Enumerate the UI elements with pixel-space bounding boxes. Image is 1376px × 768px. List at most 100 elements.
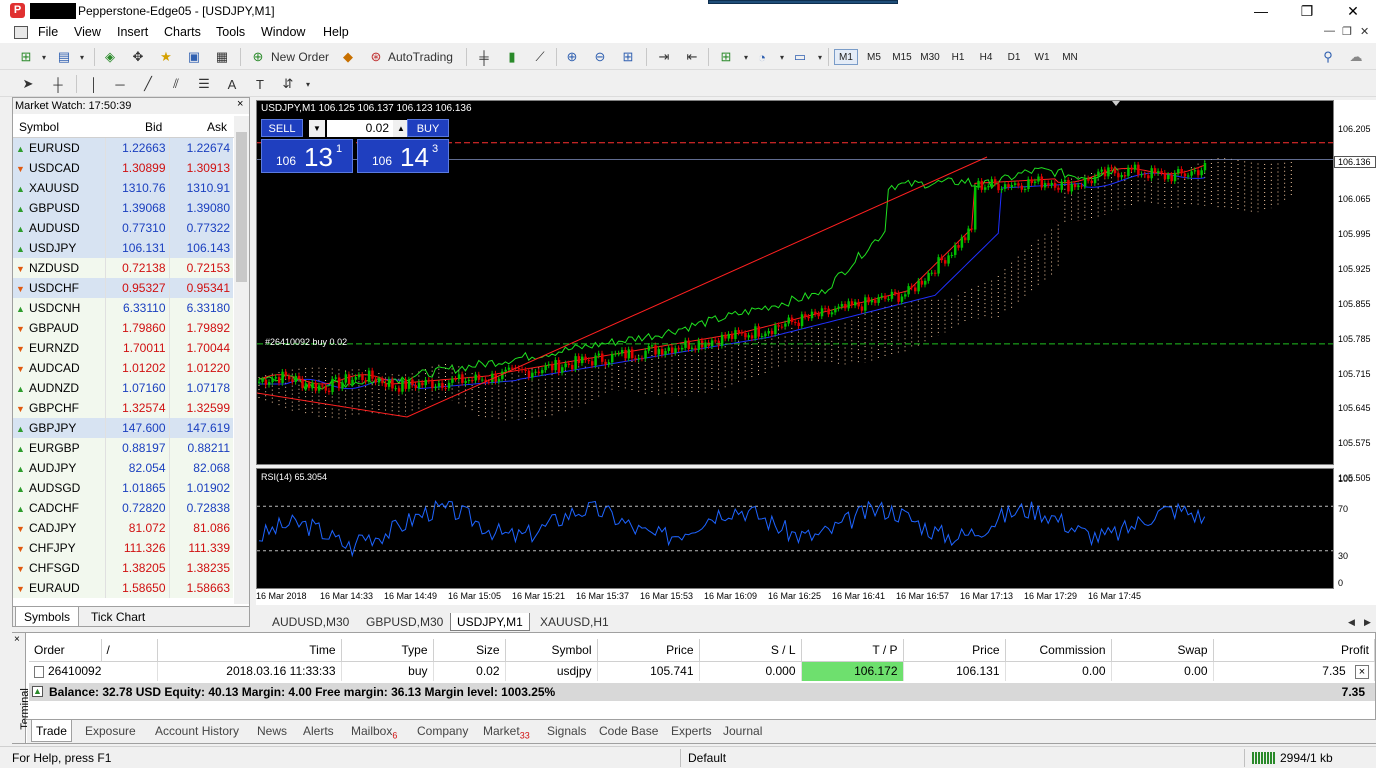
terminal-tab-exposure[interactable]: Exposure xyxy=(81,720,140,742)
table-row[interactable]: 26410092 2018.03.16 11:33:33 buy 0.02 us… xyxy=(29,661,1375,681)
tile-windows-icon[interactable]: ⊞ xyxy=(618,47,638,67)
vertical-line-icon[interactable]: │ xyxy=(84,74,104,94)
bar-chart-icon[interactable]: ╪ xyxy=(474,47,494,67)
terminal-tab-code-base[interactable]: Code Base xyxy=(595,720,662,742)
market-watch-row[interactable]: ▼ CHFSGD 1.38205 1.38235 xyxy=(13,558,233,578)
market-watch-row[interactable]: ▼ CHFJPY 111.326 111.339 xyxy=(13,538,233,558)
maximize-button[interactable]: ❐ xyxy=(1284,0,1330,22)
terminal-tab-company[interactable]: Company xyxy=(413,720,472,742)
col-size[interactable]: Size xyxy=(433,639,506,662)
new-order-button[interactable]: New Order xyxy=(268,47,332,67)
menu-help[interactable]: Help xyxy=(323,25,349,39)
market-watch-row[interactable]: ▲ GBPJPY 147.600 147.619 xyxy=(13,418,233,438)
arrows-icon[interactable]: ⇵ xyxy=(278,74,298,94)
market-watch-row[interactable]: ▼ USDCHF 0.95327 0.95341 xyxy=(13,278,233,298)
new-order-icon[interactable]: ⊕ xyxy=(248,47,268,67)
timeframe-h4[interactable]: H4 xyxy=(974,49,998,65)
col-swap[interactable]: Swap xyxy=(1111,639,1214,662)
market-watch-row[interactable]: ▲ USDCNH 6.33110 6.33180 xyxy=(13,298,233,318)
market-watch-row[interactable]: ▼ NZDUSD 0.72138 0.72153 xyxy=(13,258,233,278)
chart-tab-xauusd[interactable]: XAUUSD,H1 xyxy=(534,613,615,631)
chart-tabs-scroll-right-icon[interactable]: ▶ xyxy=(1358,613,1376,631)
col-sl[interactable]: S / L xyxy=(699,639,802,662)
terminal-tab-experts[interactable]: Experts xyxy=(667,720,716,742)
terminal-tab-journal[interactable]: Journal xyxy=(719,720,766,742)
market-watch-row[interactable]: ▼ CADJPY 81.072 81.086 xyxy=(13,518,233,538)
market-watch-row[interactable]: ▲ XAUUSD 1310.76 1310.91 xyxy=(13,178,233,198)
autotrading-button[interactable]: AutoTrading xyxy=(385,47,456,67)
mdi-restore-icon[interactable]: ❐ xyxy=(1342,25,1352,38)
market-watch-row[interactable]: ▲ GBPUSD 1.39068 1.39080 xyxy=(13,198,233,218)
lot-decrease-icon[interactable]: ▼ xyxy=(309,120,325,137)
col-sort[interactable]: / xyxy=(101,639,158,662)
buy-button[interactable]: BUY xyxy=(407,119,449,137)
menu-insert[interactable]: Insert xyxy=(117,25,148,39)
zoom-out-icon[interactable]: ⊖ xyxy=(590,47,610,67)
col-tp[interactable]: T / P xyxy=(801,639,904,662)
timeframe-m5[interactable]: M5 xyxy=(862,49,886,65)
market-watch-row[interactable]: ▲ AUDJPY 82.054 82.068 xyxy=(13,458,233,478)
terminal-tab-trade[interactable]: Trade xyxy=(31,720,72,742)
trendline-icon[interactable]: ╱ xyxy=(138,74,158,94)
terminal-tab-market[interactable]: Market33 xyxy=(479,720,534,742)
line-chart-icon[interactable]: ⟋ xyxy=(530,47,550,67)
profiles-icon[interactable]: ▤ xyxy=(54,47,74,67)
mdi-close-icon[interactable]: ✕ xyxy=(1360,25,1369,38)
time-scale[interactable]: 16 Mar 2018 16 Mar 14:33 16 Mar 14:49 16 Ma… xyxy=(256,589,1376,605)
market-watch-row[interactable]: ▲ AUDUSD 0.77310 0.77322 xyxy=(13,218,233,238)
chart-tab-gbpusd[interactable]: GBPUSD,M30 xyxy=(360,613,449,631)
mdi-minimize-icon[interactable]: — xyxy=(1324,25,1335,37)
col-type[interactable]: Type xyxy=(341,639,434,662)
profiles-dropdown-icon[interactable]: ▾ xyxy=(72,47,92,67)
col-order[interactable]: Order xyxy=(29,639,102,662)
market-watch-row[interactable]: ▲ EURGBP 0.88197 0.88211 xyxy=(13,438,233,458)
metaeditor-icon[interactable]: ◆ xyxy=(338,47,358,67)
timeframe-m1[interactable]: M1 xyxy=(834,49,858,65)
col-commission[interactable]: Commission xyxy=(1005,639,1112,662)
sell-price-button[interactable]: 106 13 1 xyxy=(261,139,353,173)
market-watch-row[interactable]: ▼ EURAUD 1.58650 1.58663 xyxy=(13,578,233,598)
chart-tab-audusd[interactable]: AUDUSD,M30 xyxy=(266,613,355,631)
timeframe-h1[interactable]: H1 xyxy=(946,49,970,65)
market-watch-scroll-thumb[interactable] xyxy=(236,132,247,282)
fibonacci-icon[interactable]: ☰ xyxy=(194,74,214,94)
new-chart-icon[interactable]: ⊞ xyxy=(16,47,36,67)
templates-icon[interactable]: ▭ xyxy=(790,47,810,67)
chart-tab-usdjpy[interactable]: USDJPY,M1 xyxy=(450,613,530,631)
channel-icon[interactable]: ⫽ xyxy=(166,74,186,94)
candlestick-icon[interactable]: ▮ xyxy=(502,47,522,67)
navigator-icon[interactable]: ★ xyxy=(156,47,176,67)
data-window-icon[interactable]: ✥ xyxy=(128,47,148,67)
menu-tools[interactable]: Tools xyxy=(216,25,245,39)
order-sl[interactable]: 0.000 xyxy=(699,661,802,681)
text-icon[interactable]: A xyxy=(222,74,242,94)
market-watch-close-icon[interactable]: × xyxy=(237,98,243,110)
market-watch-row[interactable]: ▲ EURUSD 1.22663 1.22674 xyxy=(13,138,233,158)
menu-charts[interactable]: Charts xyxy=(164,25,201,39)
auto-scroll-icon[interactable]: ⇤ xyxy=(682,47,702,67)
col-symbol[interactable]: Symbol xyxy=(505,639,598,662)
tab-tick-chart[interactable]: Tick Chart xyxy=(83,607,153,627)
periods-dropdown-icon[interactable]: ▾ xyxy=(772,47,792,67)
zoom-in-icon[interactable]: ⊕ xyxy=(562,47,582,67)
indicators-icon[interactable]: ⊞ xyxy=(716,47,736,67)
minimize-button[interactable]: — xyxy=(1238,0,1284,22)
price-scale[interactable]: 106.205 106.065 105.995 105.925 105.855 105.7… xyxy=(1334,100,1376,590)
chat-icon[interactable]: ☁ xyxy=(1346,47,1366,67)
column-bid[interactable]: Bid xyxy=(145,120,162,134)
market-watch-row[interactable]: ▲ USDJPY 106.131 106.143 xyxy=(13,238,233,258)
market-watch-row[interactable]: ▲ CADCHF 0.72820 0.72838 xyxy=(13,498,233,518)
arrows-dropdown-icon[interactable]: ▾ xyxy=(298,74,318,94)
timeframe-mn[interactable]: MN xyxy=(1058,49,1082,65)
terminal-tab-mailbox[interactable]: Mailbox6 xyxy=(347,720,401,742)
tab-symbols[interactable]: Symbols xyxy=(15,607,80,627)
sell-button[interactable]: SELL xyxy=(261,119,303,137)
close-order-icon[interactable]: × xyxy=(1355,664,1369,679)
market-watch-row[interactable]: ▼ GBPCHF 1.32574 1.32599 xyxy=(13,398,233,418)
timeframe-m15[interactable]: M15 xyxy=(890,49,914,65)
market-watch-row[interactable]: ▲ AUDSGD 1.01865 1.01902 xyxy=(13,478,233,498)
buy-price-button[interactable]: 106 14 3 xyxy=(357,139,449,173)
timeframe-m30[interactable]: M30 xyxy=(918,49,942,65)
chart-shift-icon[interactable]: ⇥ xyxy=(654,47,674,67)
terminal-tab-account-history[interactable]: Account History xyxy=(151,720,243,742)
